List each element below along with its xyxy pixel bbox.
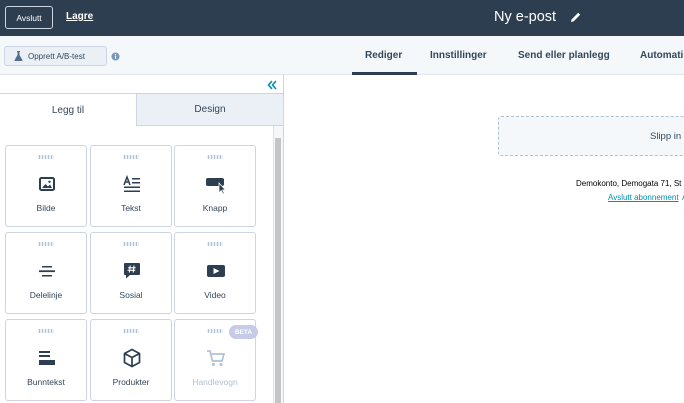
video-icon (207, 265, 225, 277)
drop-zone[interactable]: Slipp in (498, 116, 684, 156)
image-icon (39, 177, 55, 191)
top-bar: Avslutt Lagre Ny e-post (0, 0, 684, 36)
tab-settings[interactable]: Innstillinger (430, 50, 487, 61)
tab-design[interactable]: Design (137, 93, 283, 126)
module-label: Bunntekst (27, 377, 65, 387)
active-tab-indicator (352, 72, 417, 75)
social-hashtag-icon (124, 263, 140, 279)
create-ab-test-button[interactable]: Opprett A/B-test (4, 46, 107, 66)
ab-test-label: Opprett A/B-test (28, 51, 85, 61)
drop-zone-text: Slipp in (650, 131, 682, 142)
drag-handle-icon[interactable] (207, 329, 223, 333)
drag-handle-icon[interactable] (38, 329, 54, 333)
double-chevron-left-icon[interactable] (266, 79, 278, 91)
drag-handle-icon[interactable] (207, 155, 223, 159)
module-footer[interactable]: Bunntekst (5, 319, 87, 401)
module-label: Video (204, 290, 226, 300)
text-icon (123, 174, 140, 192)
tab-automation[interactable]: Automati (640, 50, 683, 61)
flask-icon (14, 51, 23, 61)
product-box-icon (123, 348, 141, 368)
module-image[interactable]: Bilde (5, 145, 87, 227)
drag-handle-icon[interactable] (123, 329, 139, 333)
module-divider[interactable]: Delelinje (5, 232, 87, 314)
drag-handle-icon[interactable] (123, 242, 139, 246)
footer-icon (39, 351, 55, 365)
save-button[interactable]: Lagre (66, 11, 93, 22)
divider-icon (39, 266, 55, 277)
module-label: Sosial (119, 290, 143, 300)
tab-send-or-schedule[interactable]: Send eller planlegg (518, 50, 610, 61)
pencil-icon[interactable] (570, 11, 582, 23)
button-cursor-icon (206, 178, 226, 194)
exit-button[interactable]: Avslutt (5, 6, 53, 29)
footer-address: Demokonto, Demogata 71, St (576, 179, 682, 188)
unsubscribe-link[interactable]: Avslutt abonnement (608, 193, 679, 202)
module-button[interactable]: Knapp (174, 145, 256, 227)
module-label: Produkter (112, 377, 150, 387)
module-label: Handlevogn (192, 377, 238, 387)
drag-handle-icon[interactable] (38, 242, 54, 246)
cart-icon (207, 350, 226, 366)
tab-add[interactable]: Legg til (0, 93, 137, 126)
scrollbar-thumb[interactable] (275, 138, 281, 403)
module-text[interactable]: Tekst (90, 145, 172, 227)
module-label: Bilde (36, 203, 56, 213)
module-label: Knapp (202, 203, 228, 213)
beta-badge: BETA (229, 325, 258, 339)
module-label: Tekst (121, 203, 141, 213)
drag-handle-icon[interactable] (38, 155, 54, 159)
info-icon[interactable] (111, 52, 120, 61)
module-social[interactable]: Sosial (90, 232, 172, 314)
module-products[interactable]: Produkter (90, 319, 172, 401)
tab-edit[interactable]: Rediger (365, 50, 402, 61)
drag-handle-icon[interactable] (123, 155, 139, 159)
module-video[interactable]: Video (174, 232, 256, 314)
email-title[interactable]: Ny e-post (494, 9, 556, 25)
drag-handle-icon[interactable] (207, 242, 223, 246)
module-label: Delelinje (29, 290, 63, 300)
